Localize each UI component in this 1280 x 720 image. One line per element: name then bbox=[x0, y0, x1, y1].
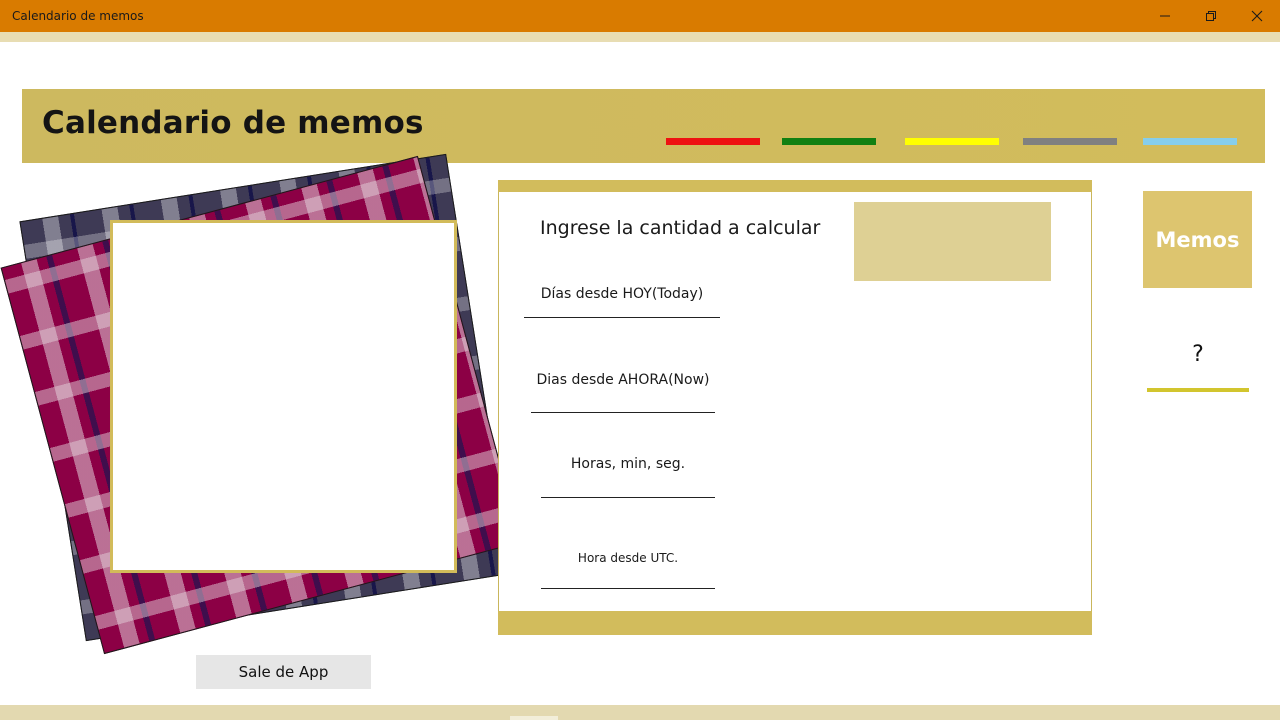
days-since-today-label: Días desde HOY(Today) bbox=[540, 286, 704, 302]
restore-button[interactable] bbox=[1188, 0, 1234, 32]
help-button[interactable]: ? bbox=[1160, 335, 1236, 373]
restore-icon bbox=[1206, 11, 1216, 21]
hour-since-utc-field[interactable] bbox=[541, 588, 715, 589]
help-underline bbox=[1147, 388, 1249, 392]
calculator-prompt: Ingrese la cantidad a calcular bbox=[540, 217, 821, 239]
hours-min-sec-field[interactable] bbox=[541, 497, 715, 498]
title-bar[interactable]: Calendario de memos bbox=[0, 0, 1280, 32]
bottom-accent-strip bbox=[0, 705, 1280, 720]
color-tab-red[interactable] bbox=[666, 138, 760, 145]
hours-min-sec-label: Horas, min, seg. bbox=[570, 456, 686, 472]
calculator-top-bar bbox=[498, 180, 1092, 192]
hour-since-utc-label: Hora desde UTC. bbox=[577, 551, 679, 565]
color-tab-gray[interactable] bbox=[1023, 138, 1117, 145]
color-tab-yellow[interactable] bbox=[905, 138, 999, 145]
days-since-today-field[interactable] bbox=[524, 317, 720, 318]
quantity-input[interactable] bbox=[854, 202, 1051, 281]
photo-frame[interactable] bbox=[110, 220, 457, 573]
color-tab-light-blue[interactable] bbox=[1143, 138, 1237, 145]
header-banner: Calendario de memos bbox=[22, 89, 1265, 163]
calculator-panel: Ingrese la cantidad a calcular Días desd… bbox=[498, 180, 1092, 635]
close-icon bbox=[1251, 10, 1263, 22]
app-window: Calendario de memos Calendario de memos bbox=[0, 0, 1280, 720]
calculator-bottom-bar bbox=[498, 611, 1092, 635]
minimize-button[interactable] bbox=[1142, 0, 1188, 32]
days-since-now-field[interactable] bbox=[531, 412, 715, 413]
exit-app-button[interactable]: Sale de App bbox=[196, 655, 371, 689]
memos-button[interactable]: Memos bbox=[1143, 191, 1252, 288]
days-since-now-label: Dias desde AHORA(Now) bbox=[536, 372, 710, 388]
top-accent-strip bbox=[0, 32, 1280, 42]
window-title: Calendario de memos bbox=[12, 9, 144, 23]
bottom-scroll-indicator bbox=[510, 716, 558, 720]
close-button[interactable] bbox=[1234, 0, 1280, 32]
minimize-icon bbox=[1160, 15, 1170, 17]
page-title: Calendario de memos bbox=[42, 105, 424, 141]
color-tab-green[interactable] bbox=[782, 138, 876, 145]
